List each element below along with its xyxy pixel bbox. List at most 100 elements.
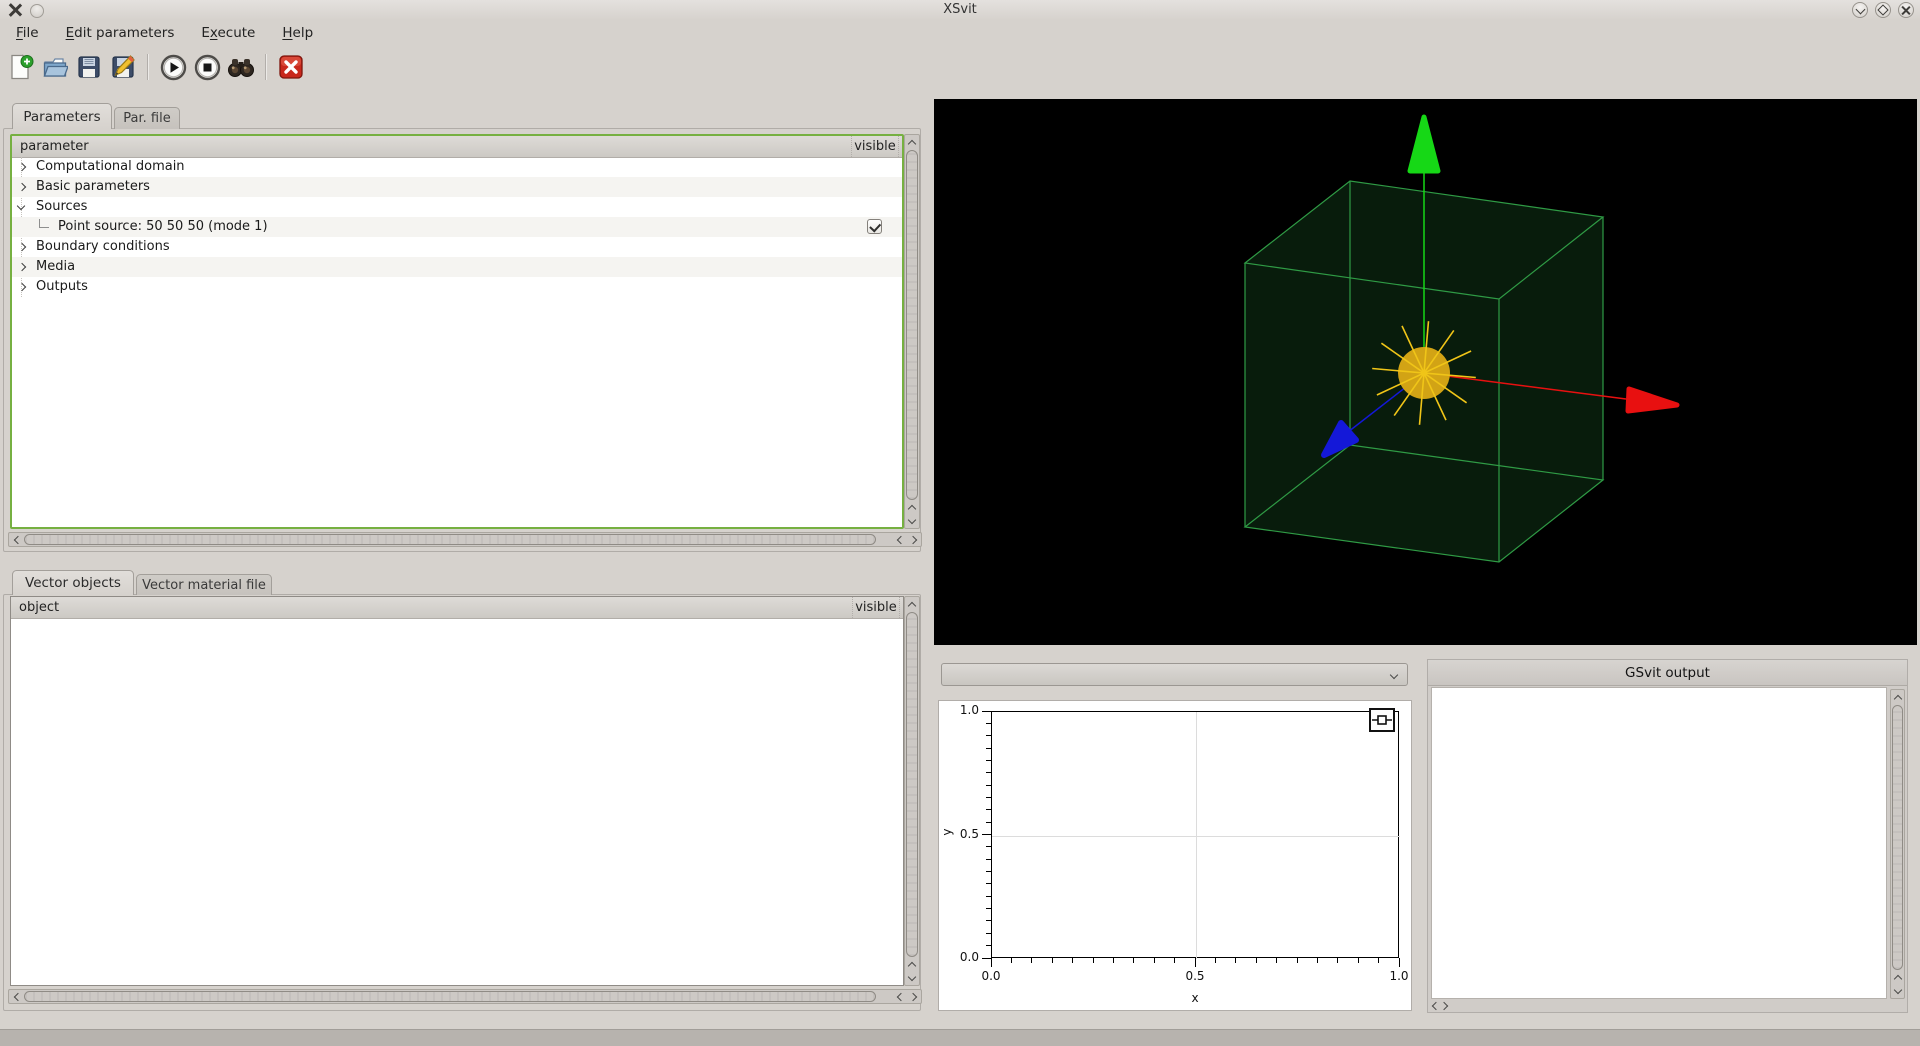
- new-file-icon: [11, 54, 34, 80]
- scrollbar-thumb[interactable]: [1892, 705, 1903, 970]
- vector-vertical-scrollbar[interactable]: [904, 596, 920, 986]
- scroll-left-icon[interactable]: [10, 990, 23, 1003]
- y-minor-tick: [986, 722, 991, 724]
- column-header-visible[interactable]: visible: [852, 597, 900, 618]
- menu-help[interactable]: Help: [272, 22, 323, 44]
- maximize-icon: [1877, 4, 1889, 16]
- tab-vector-material-file[interactable]: Vector material file: [136, 574, 272, 595]
- vector-object-list: object visible: [10, 596, 904, 986]
- column-header-visible[interactable]: visible: [851, 136, 899, 157]
- scroll-right-icon[interactable]: [907, 533, 920, 546]
- column-header-parameter[interactable]: parameter: [12, 139, 851, 154]
- view-select-combobox[interactable]: [941, 663, 1408, 686]
- scroll-left-icon[interactable]: [10, 533, 23, 546]
- open-file-button[interactable]: [38, 49, 72, 85]
- expand-arrow-icon[interactable]: [17, 262, 27, 272]
- scroll-down-icon[interactable]: [905, 514, 918, 527]
- tree-row[interactable]: Basic parameters: [12, 177, 902, 197]
- menu-edit-parameters[interactable]: Edit parameters: [56, 22, 185, 44]
- y-minor-tick: [986, 796, 991, 798]
- expand-arrow-icon[interactable]: [17, 242, 27, 252]
- scroll-up-icon[interactable]: [1891, 691, 1904, 704]
- x-minor-tick: [1214, 958, 1216, 963]
- scroll-up-icon[interactable]: [905, 598, 918, 611]
- collapse-arrow-icon[interactable]: [16, 201, 26, 211]
- scrollbar-thumb[interactable]: [24, 534, 876, 545]
- tree-row-label: Computational domain: [36, 159, 185, 174]
- window-controls: [1852, 2, 1914, 18]
- maximize-button[interactable]: [1875, 2, 1891, 18]
- gsvit-vertical-scrollbar[interactable]: [1890, 689, 1905, 999]
- minimize-button[interactable]: [1852, 2, 1868, 18]
- menu-file[interactable]: File: [6, 22, 49, 44]
- save-file-as-button[interactable]: [106, 49, 140, 85]
- window-title: XSvit: [943, 2, 977, 17]
- y-minor-tick: [986, 858, 991, 860]
- column-header-object[interactable]: object: [11, 600, 852, 615]
- chevron-down-icon: [1389, 670, 1399, 680]
- scroll-down-icon[interactable]: [905, 971, 918, 984]
- scroll-left-icon[interactable]: [893, 990, 906, 1003]
- vector-list-header: object visible: [11, 597, 903, 619]
- toolbar-separator: [147, 54, 149, 80]
- tree-row[interactable]: Boundary conditions: [12, 237, 902, 257]
- curve-legend-icon[interactable]: [1369, 708, 1395, 732]
- y-minor-tick: [986, 932, 991, 934]
- quit-button[interactable]: [274, 49, 308, 85]
- gsvit-horizontal-scrollbar[interactable]: [1431, 1000, 1449, 1012]
- scroll-up-icon[interactable]: [1891, 971, 1904, 984]
- x-tick-label: 0.0: [981, 969, 1001, 983]
- y-minor-tick: [986, 908, 991, 910]
- visible-checkbox[interactable]: [867, 219, 882, 234]
- x-minor-tick: [1255, 958, 1257, 963]
- scroll-up-icon[interactable]: [905, 136, 918, 149]
- watch-results-button[interactable]: [224, 49, 258, 85]
- tree-row[interactable]: Outputs: [12, 277, 902, 297]
- expand-arrow-icon[interactable]: [17, 182, 27, 192]
- tab-parameters[interactable]: Parameters: [12, 103, 112, 129]
- scroll-right-icon[interactable]: [1439, 1001, 1449, 1011]
- scroll-down-icon[interactable]: [1891, 984, 1904, 997]
- vector-horizontal-scrollbar[interactable]: [8, 989, 922, 1004]
- parameters-notebook: Parameters Par. file parameter visible C…: [2, 98, 922, 553]
- parameters-vertical-scrollbar[interactable]: [904, 134, 920, 529]
- menubar: File Edit parameters Execute Help: [0, 20, 1920, 45]
- run-button[interactable]: [156, 49, 190, 85]
- y-minor-tick: [986, 945, 991, 947]
- x-minor-tick: [1010, 958, 1012, 963]
- tree-row-label: Basic parameters: [36, 179, 150, 194]
- stop-button[interactable]: [190, 49, 224, 85]
- x-minor-tick: [1092, 958, 1094, 963]
- tab-par-file[interactable]: Par. file: [114, 107, 180, 129]
- tab-vector-objects[interactable]: Vector objects: [12, 570, 134, 595]
- parameter-tree-rows: Computational domain Basic parameters Sour…: [12, 157, 902, 527]
- menu-execute[interactable]: Execute: [191, 22, 265, 44]
- gsvit-output-panel: GSvit output: [1427, 659, 1908, 1013]
- y-axis-arrow: [1407, 114, 1441, 174]
- viewport-3d[interactable]: [934, 99, 1917, 645]
- scroll-right-icon[interactable]: [907, 990, 920, 1003]
- scrollbar-thumb[interactable]: [24, 991, 876, 1002]
- titlebar: XSvit: [0, 0, 1920, 20]
- scroll-left-icon[interactable]: [893, 533, 906, 546]
- parameters-horizontal-scrollbar[interactable]: [8, 532, 922, 547]
- gsvit-output-text[interactable]: [1431, 687, 1887, 999]
- x-minor-tick: [1337, 958, 1339, 963]
- window-bottom-band: [0, 1029, 1920, 1046]
- tree-row[interactable]: Media: [12, 257, 902, 277]
- expand-arrow-icon[interactable]: [17, 162, 27, 172]
- toolbar-separator: [265, 54, 267, 80]
- parameter-tree: parameter visible Computational domain Ba…: [10, 134, 904, 529]
- y-minor-tick: [986, 759, 991, 761]
- save-file-button[interactable]: [72, 49, 106, 85]
- scroll-up-icon[interactable]: [905, 958, 918, 971]
- scrollbar-thumb[interactable]: [906, 150, 918, 500]
- tree-row[interactable]: Computational domain: [12, 157, 902, 177]
- scrollbar-thumb[interactable]: [906, 612, 918, 957]
- close-button[interactable]: [1898, 2, 1914, 18]
- scroll-up-icon[interactable]: [905, 501, 918, 514]
- tree-row[interactable]: Point source: 50 50 50 (mode 1): [12, 217, 902, 237]
- expand-arrow-icon[interactable]: [17, 282, 27, 292]
- new-file-button[interactable]: [4, 49, 38, 85]
- tree-row[interactable]: Sources: [12, 197, 902, 217]
